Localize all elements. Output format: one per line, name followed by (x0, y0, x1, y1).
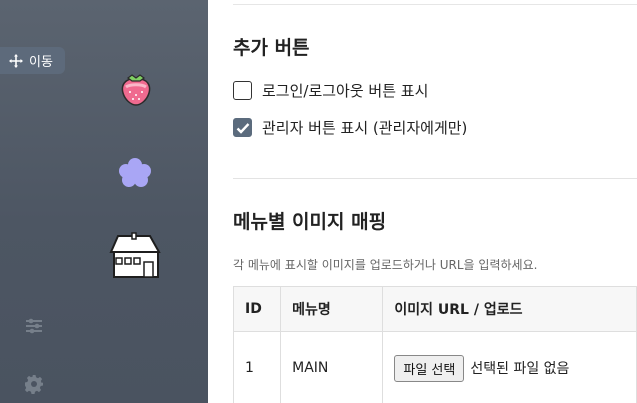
move-arrows-icon (9, 53, 23, 68)
login-logout-label: 로그인/로그아웃 버튼 표시 (262, 82, 429, 100)
menu-image-table: ID 메뉴명 이미지 URL / 업로드 1 MAIN 파일 선택 선택된 파일… (232, 286, 637, 403)
extra-buttons-title: 추가 버튼 (233, 37, 310, 59)
sliders-icon[interactable] (24, 316, 44, 336)
table-row: 1 MAIN 파일 선택 선택된 파일 없음 (232, 331, 637, 403)
row-menu-name: MAIN (280, 331, 384, 403)
file-select-button[interactable]: 파일 선택 (394, 354, 465, 382)
move-button[interactable]: 이동 (0, 47, 65, 74)
modal-backdrop[interactable]: 이동 (0, 0, 208, 403)
move-label: 이동 (29, 55, 53, 70)
file-status: 선택된 파일 없음 (470, 361, 570, 377)
settings-panel: 추가 버튼 로그인/로그아웃 버튼 표시 관리자 버튼 표시 (관리자에게만) … (208, 0, 637, 403)
admin-button-label: 관리자 버튼 표시 (관리자에게만) (262, 119, 468, 137)
flower-icon[interactable] (118, 156, 152, 188)
column-header-menu-name: 메뉴명 (280, 286, 384, 332)
gear-icon[interactable] (24, 374, 44, 394)
column-header-image: 이미지 URL / 업로드 (382, 286, 637, 332)
admin-button-checkbox[interactable] (233, 118, 252, 137)
checkmark-icon (236, 122, 249, 134)
row-id: 1 (232, 331, 282, 403)
login-logout-checkbox[interactable] (233, 81, 252, 100)
row-image-cell: 파일 선택 선택된 파일 없음 (382, 331, 637, 403)
divider (233, 4, 637, 5)
admin-button-toggle-row[interactable]: 관리자 버튼 표시 (관리자에게만) (233, 117, 467, 138)
menu-images-title: 메뉴별 이미지 매핑 (233, 211, 387, 233)
strawberry-icon[interactable] (118, 70, 154, 108)
column-header-id: ID (232, 286, 282, 332)
house-icon[interactable] (108, 232, 162, 280)
divider (233, 178, 637, 179)
login-logout-toggle-row[interactable]: 로그인/로그아웃 버튼 표시 (233, 80, 428, 101)
menu-images-hint: 각 메뉴에 표시할 이미지를 업로드하거나 URL을 입력하세요. (233, 258, 538, 272)
table-header-row: ID 메뉴명 이미지 URL / 업로드 (232, 286, 637, 332)
